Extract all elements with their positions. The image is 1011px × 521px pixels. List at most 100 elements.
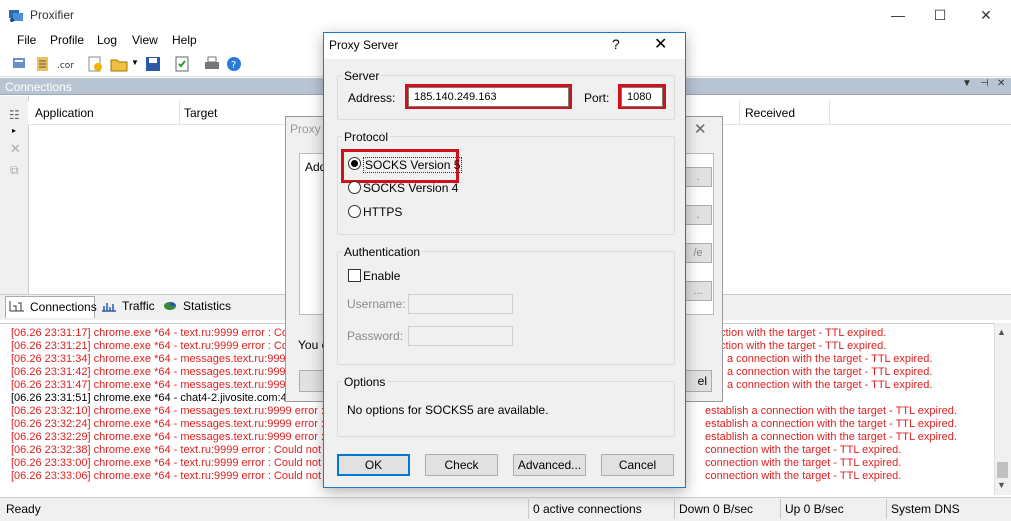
log-entry-tail: connection with the target - TTL expired…	[705, 457, 902, 469]
password-label: Password:	[347, 329, 404, 343]
new-profile-icon[interactable]	[86, 55, 104, 73]
edit-button[interactable]: .	[684, 205, 712, 225]
status-active-connections: 0 active connections	[533, 502, 642, 516]
maximize-button[interactable]: ☐	[930, 6, 950, 24]
panel-pin-icon[interactable]: ⊣	[980, 78, 989, 89]
log-entry: [06.26 23:31:21] chrome.exe *64 - text.r…	[11, 340, 297, 352]
column-target[interactable]: Target	[184, 106, 217, 120]
scroll-down-icon[interactable]: ▼	[997, 480, 1006, 490]
status-divider	[674, 499, 675, 519]
column-divider[interactable]	[179, 101, 180, 125]
https-radio[interactable]	[348, 205, 361, 218]
dialog-title: Proxy Server	[329, 38, 399, 52]
status-bar	[0, 497, 1011, 521]
proxifier-logo-icon	[9, 10, 23, 22]
options-text: No options for SOCKS5 are available.	[347, 403, 549, 417]
column-application[interactable]: Application	[35, 106, 94, 120]
port-input[interactable]: 1080	[621, 87, 663, 107]
https-label[interactable]: HTTPS	[363, 205, 402, 219]
authentication-group-label: Authentication	[342, 245, 423, 259]
add-button[interactable]: .	[684, 167, 712, 187]
profile-settings-icon[interactable]	[173, 55, 191, 73]
socks4-label[interactable]: SOCKS Version 4	[363, 181, 458, 195]
socks4-radio[interactable]	[348, 181, 361, 194]
log-entry-tail: connection with the target - TTL expired…	[705, 444, 902, 456]
help-icon[interactable]: ?	[225, 55, 243, 73]
chevron-down-icon[interactable]: ▼	[131, 58, 139, 67]
dialog-help-button[interactable]: ?	[612, 36, 620, 52]
scroll-up-icon[interactable]: ▲	[997, 327, 1006, 337]
tab-traffic-label: Traffic	[122, 299, 155, 313]
close-connection-icon[interactable]: ✕	[10, 141, 21, 157]
status-divider	[886, 499, 887, 519]
list-view-icon[interactable]: ☷	[9, 108, 20, 122]
status-dns-mode: System DNS	[891, 502, 960, 516]
address-label: Address:	[348, 91, 396, 105]
svg-text:.com: .com	[57, 61, 74, 71]
address-input[interactable]: 185.140.249.163	[408, 87, 569, 107]
connections-panel-title: Connections	[5, 80, 72, 94]
port-label: Port:	[584, 91, 610, 105]
tab-connections-label: Connections	[30, 300, 97, 314]
open-profile-icon[interactable]	[110, 55, 128, 73]
menu-profile[interactable]: Profile	[50, 33, 84, 47]
tab-statistics-label: Statistics	[183, 299, 232, 313]
log-entry: [06.26 23:32:10] chrome.exe *64 - messag…	[11, 405, 342, 417]
bg-ok-button[interactable]	[299, 370, 325, 392]
advanced-button[interactable]: Advanced...	[513, 454, 586, 476]
log-entry-tail: ction with the target - TTL expired.	[720, 327, 887, 339]
check-button[interactable]: Check	[425, 454, 498, 476]
proxification-rules-icon[interactable]	[34, 55, 52, 73]
protocol-group-label: Protocol	[342, 130, 391, 144]
enable-auth-label[interactable]: Enable	[363, 269, 400, 283]
connections-icon	[9, 301, 24, 312]
svg-text:?: ?	[231, 60, 236, 71]
username-input[interactable]	[408, 294, 513, 314]
log-entry: [06.26 23:31:47] chrome.exe *64 - messag…	[11, 379, 301, 391]
menu-file[interactable]: File	[17, 33, 36, 47]
remove-button[interactable]: /e	[684, 243, 712, 263]
column-divider[interactable]	[739, 101, 740, 125]
panel-dropdown-icon[interactable]: ▼	[962, 78, 972, 89]
enable-auth-checkbox[interactable]	[348, 269, 361, 282]
status-download-rate: Down 0 B/sec	[679, 502, 754, 516]
column-received[interactable]: Received	[745, 106, 795, 120]
scrollbar-thumb[interactable]	[997, 462, 1008, 478]
proxy-servers-dialog-close-icon[interactable]: ✕	[694, 120, 707, 138]
server-group-label: Server	[342, 69, 382, 83]
ok-button[interactable]: OK	[337, 454, 410, 476]
log-entry-tail: establish a connection with the target -…	[705, 405, 957, 417]
log-entry-tail: ction with the target - TTL expired.	[720, 340, 887, 352]
menu-view[interactable]: View	[132, 33, 158, 47]
minimize-button[interactable]: —	[888, 6, 908, 24]
log-entry-tail: establish a connection with the target -…	[705, 418, 957, 430]
window-icon[interactable]: ⧉	[10, 163, 19, 178]
title-bar	[0, 0, 1011, 30]
window-title: Proxifier	[30, 8, 75, 22]
name-resolution-icon[interactable]: .com	[56, 55, 74, 73]
socks5-radio[interactable]	[348, 157, 361, 170]
close-button[interactable]: ✕	[976, 6, 996, 24]
save-icon[interactable]	[144, 55, 162, 73]
print-icon[interactable]	[203, 55, 221, 73]
menu-help[interactable]: Help	[172, 33, 197, 47]
dialog-close-button[interactable]: ✕	[654, 34, 667, 54]
cancel-button[interactable]: Cancel	[601, 454, 674, 476]
status-divider	[780, 499, 781, 519]
log-entry: [06.26 23:31:17] chrome.exe *64 - text.r…	[11, 327, 297, 339]
status-ready: Ready	[6, 502, 41, 516]
menu-log[interactable]: Log	[97, 33, 117, 47]
log-entry-tail: a connection with the target - TTL expir…	[727, 353, 933, 365]
chain-button[interactable]: ...	[684, 281, 712, 301]
column-divider[interactable]	[829, 101, 830, 125]
log-entry: [06.26 23:31:34] chrome.exe *64 - messag…	[11, 353, 301, 365]
options-group-label: Options	[342, 375, 388, 389]
log-entry-tail: a connection with the target - TTL expir…	[727, 366, 933, 378]
proxy-servers-icon[interactable]	[11, 55, 29, 73]
expand-arrow-icon[interactable]: ▸	[12, 126, 16, 135]
panel-close-icon[interactable]: ✕	[997, 78, 1005, 89]
log-entry-tail: a connection with the target - TTL expir…	[727, 379, 933, 391]
status-upload-rate: Up 0 B/sec	[785, 502, 844, 516]
socks5-label[interactable]: SOCKS Version 5	[363, 157, 463, 173]
password-input[interactable]	[408, 326, 513, 346]
